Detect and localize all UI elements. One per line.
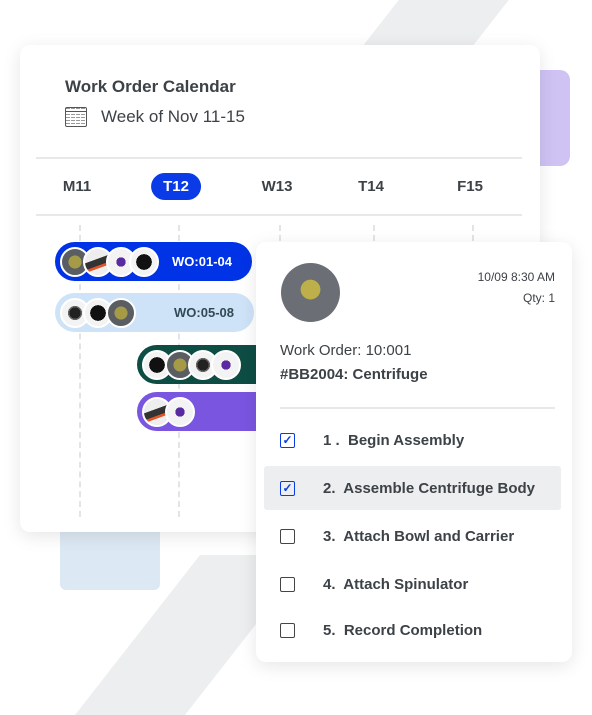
- knot-thumbnail-icon: [165, 396, 195, 427]
- work-order-bar[interactable]: WO:05-08: [55, 293, 254, 332]
- work-order-detail-card: 10/09 8:30 AM Qty: 1 Work Order: 10:001 …: [256, 242, 572, 662]
- checkbox[interactable]: [280, 576, 295, 592]
- calendar-title: Work Order Calendar: [65, 77, 236, 96]
- divider: [36, 157, 522, 159]
- day-tab-t14[interactable]: T14: [358, 178, 384, 195]
- divider: [280, 407, 555, 409]
- meta: 10/09 8:30 AM Qty: 1: [478, 267, 555, 309]
- day-tab-w13[interactable]: W13: [262, 178, 293, 195]
- checkbox[interactable]: ✓: [280, 480, 295, 496]
- checklist-item[interactable]: ✓ 2. Assemble Centrifuge Body: [264, 466, 561, 510]
- checkbox[interactable]: [280, 622, 295, 638]
- checklist-label: 1 . Begin Assembly: [323, 431, 465, 449]
- checklist-item[interactable]: 4. Attach Spinulator: [264, 562, 561, 606]
- knot-thumbnail-icon: [211, 349, 241, 380]
- work-order-bar[interactable]: WO:01-04: [55, 242, 252, 281]
- checklist-label: 2. Assemble Centrifuge Body: [323, 479, 535, 497]
- day-tab-m11[interactable]: M11: [63, 178, 91, 195]
- lens2-thumbnail-icon: [129, 246, 159, 277]
- work-order-number: Work Order: 10:001: [280, 342, 412, 359]
- quantity: Qty: 1: [522, 291, 555, 305]
- checklist-item[interactable]: ✓ 1 . Begin Assembly: [264, 418, 561, 462]
- timestamp: 10/09 8:30 AM: [477, 270, 555, 284]
- day-tab-t12[interactable]: T12: [151, 173, 201, 200]
- product-image: [281, 263, 340, 322]
- divider: [36, 214, 522, 216]
- chip-thumbnail-icon: [106, 297, 136, 328]
- checklist-label: 4. Attach Spinulator: [323, 575, 469, 593]
- work-order-item: #BB2004: Centrifuge: [280, 366, 428, 383]
- checkbox[interactable]: [280, 528, 295, 544]
- week-range: Week of Nov 11-15: [65, 107, 245, 127]
- day-tab-f15[interactable]: F15: [457, 178, 483, 195]
- checkbox[interactable]: ✓: [280, 432, 295, 448]
- checklist-item[interactable]: 3. Attach Bowl and Carrier: [264, 514, 561, 558]
- checklist-label: 3. Attach Bowl and Carrier: [323, 527, 515, 545]
- checklist-item[interactable]: 5. Record Completion: [264, 608, 561, 652]
- calendar-icon: [65, 107, 87, 127]
- work-order-range: WO:01-04: [172, 254, 232, 269]
- week-label: Week of Nov 11-15: [101, 107, 245, 126]
- work-order-range: WO:05-08: [174, 305, 234, 320]
- checklist-label: 5. Record Completion: [323, 621, 483, 639]
